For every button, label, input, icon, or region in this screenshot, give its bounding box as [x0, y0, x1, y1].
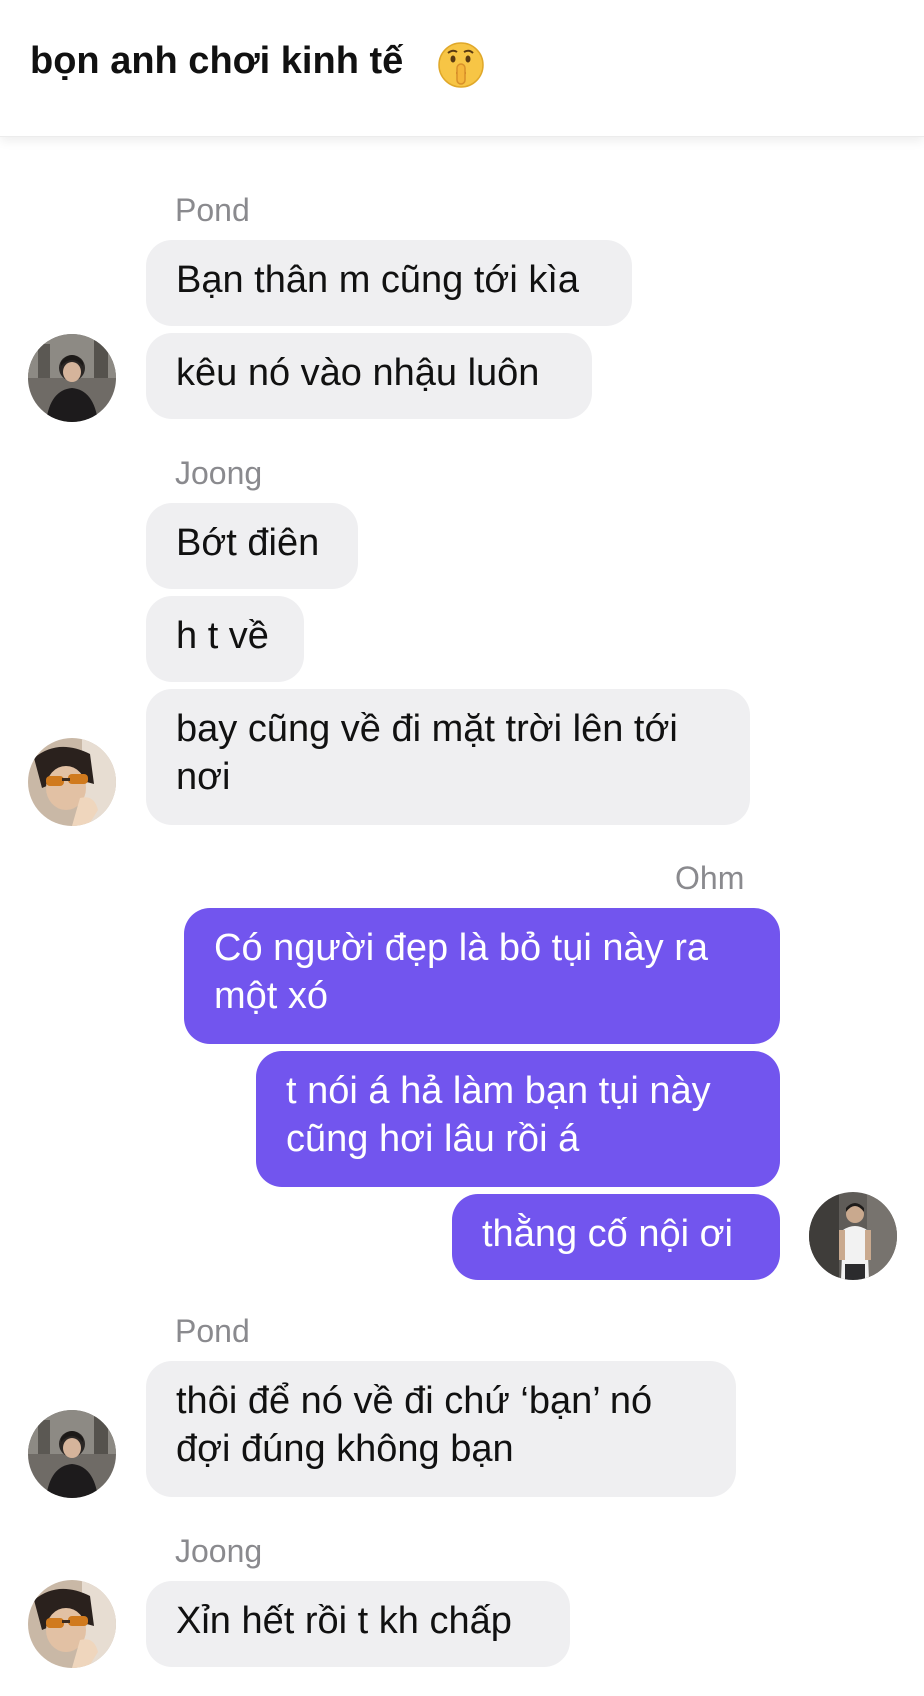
message-bubble[interactable]: kêu nó vào nhậu luôn [146, 333, 592, 419]
chat-header: bọn anh chơi kinh tế [0, 0, 924, 137]
sender-name: Pond [175, 192, 250, 228]
message-bubble[interactable]: bay cũng về đi mặt trời lên tới nơi [146, 689, 750, 825]
message-bubble[interactable]: t nói á hả làm bạn tụi này cũng hơi lâu … [256, 1051, 780, 1187]
message-bubble[interactable]: Có người đẹp là bỏ tụi này ra một xó [184, 908, 780, 1044]
message-bubble[interactable]: thôi để nó về đi chứ ‘bạn’ nó đợi đúng k… [146, 1361, 736, 1497]
avatar[interactable] [28, 1410, 116, 1498]
sender-name: Pond [175, 1313, 250, 1349]
sender-name: Ohm [675, 860, 745, 896]
avatar[interactable] [28, 738, 116, 826]
sender-name: Joong [175, 455, 263, 491]
message-bubble[interactable]: Xỉn hết rồi t kh chấp [146, 1581, 570, 1667]
chat-title[interactable]: bọn anh chơi kinh tế [30, 40, 403, 83]
avatar[interactable] [28, 334, 116, 422]
shushing-face-icon [438, 42, 484, 88]
message-bubble[interactable]: Bớt điên [146, 503, 358, 589]
avatar[interactable] [28, 1580, 116, 1668]
message-bubble[interactable]: h t về [146, 596, 304, 682]
avatar[interactable] [809, 1192, 897, 1280]
message-bubble[interactable]: Bạn thân m cũng tới kìa [146, 240, 632, 326]
message-bubble[interactable]: thằng cố nội ơi [452, 1194, 780, 1280]
sender-name: Joong [175, 1533, 263, 1569]
